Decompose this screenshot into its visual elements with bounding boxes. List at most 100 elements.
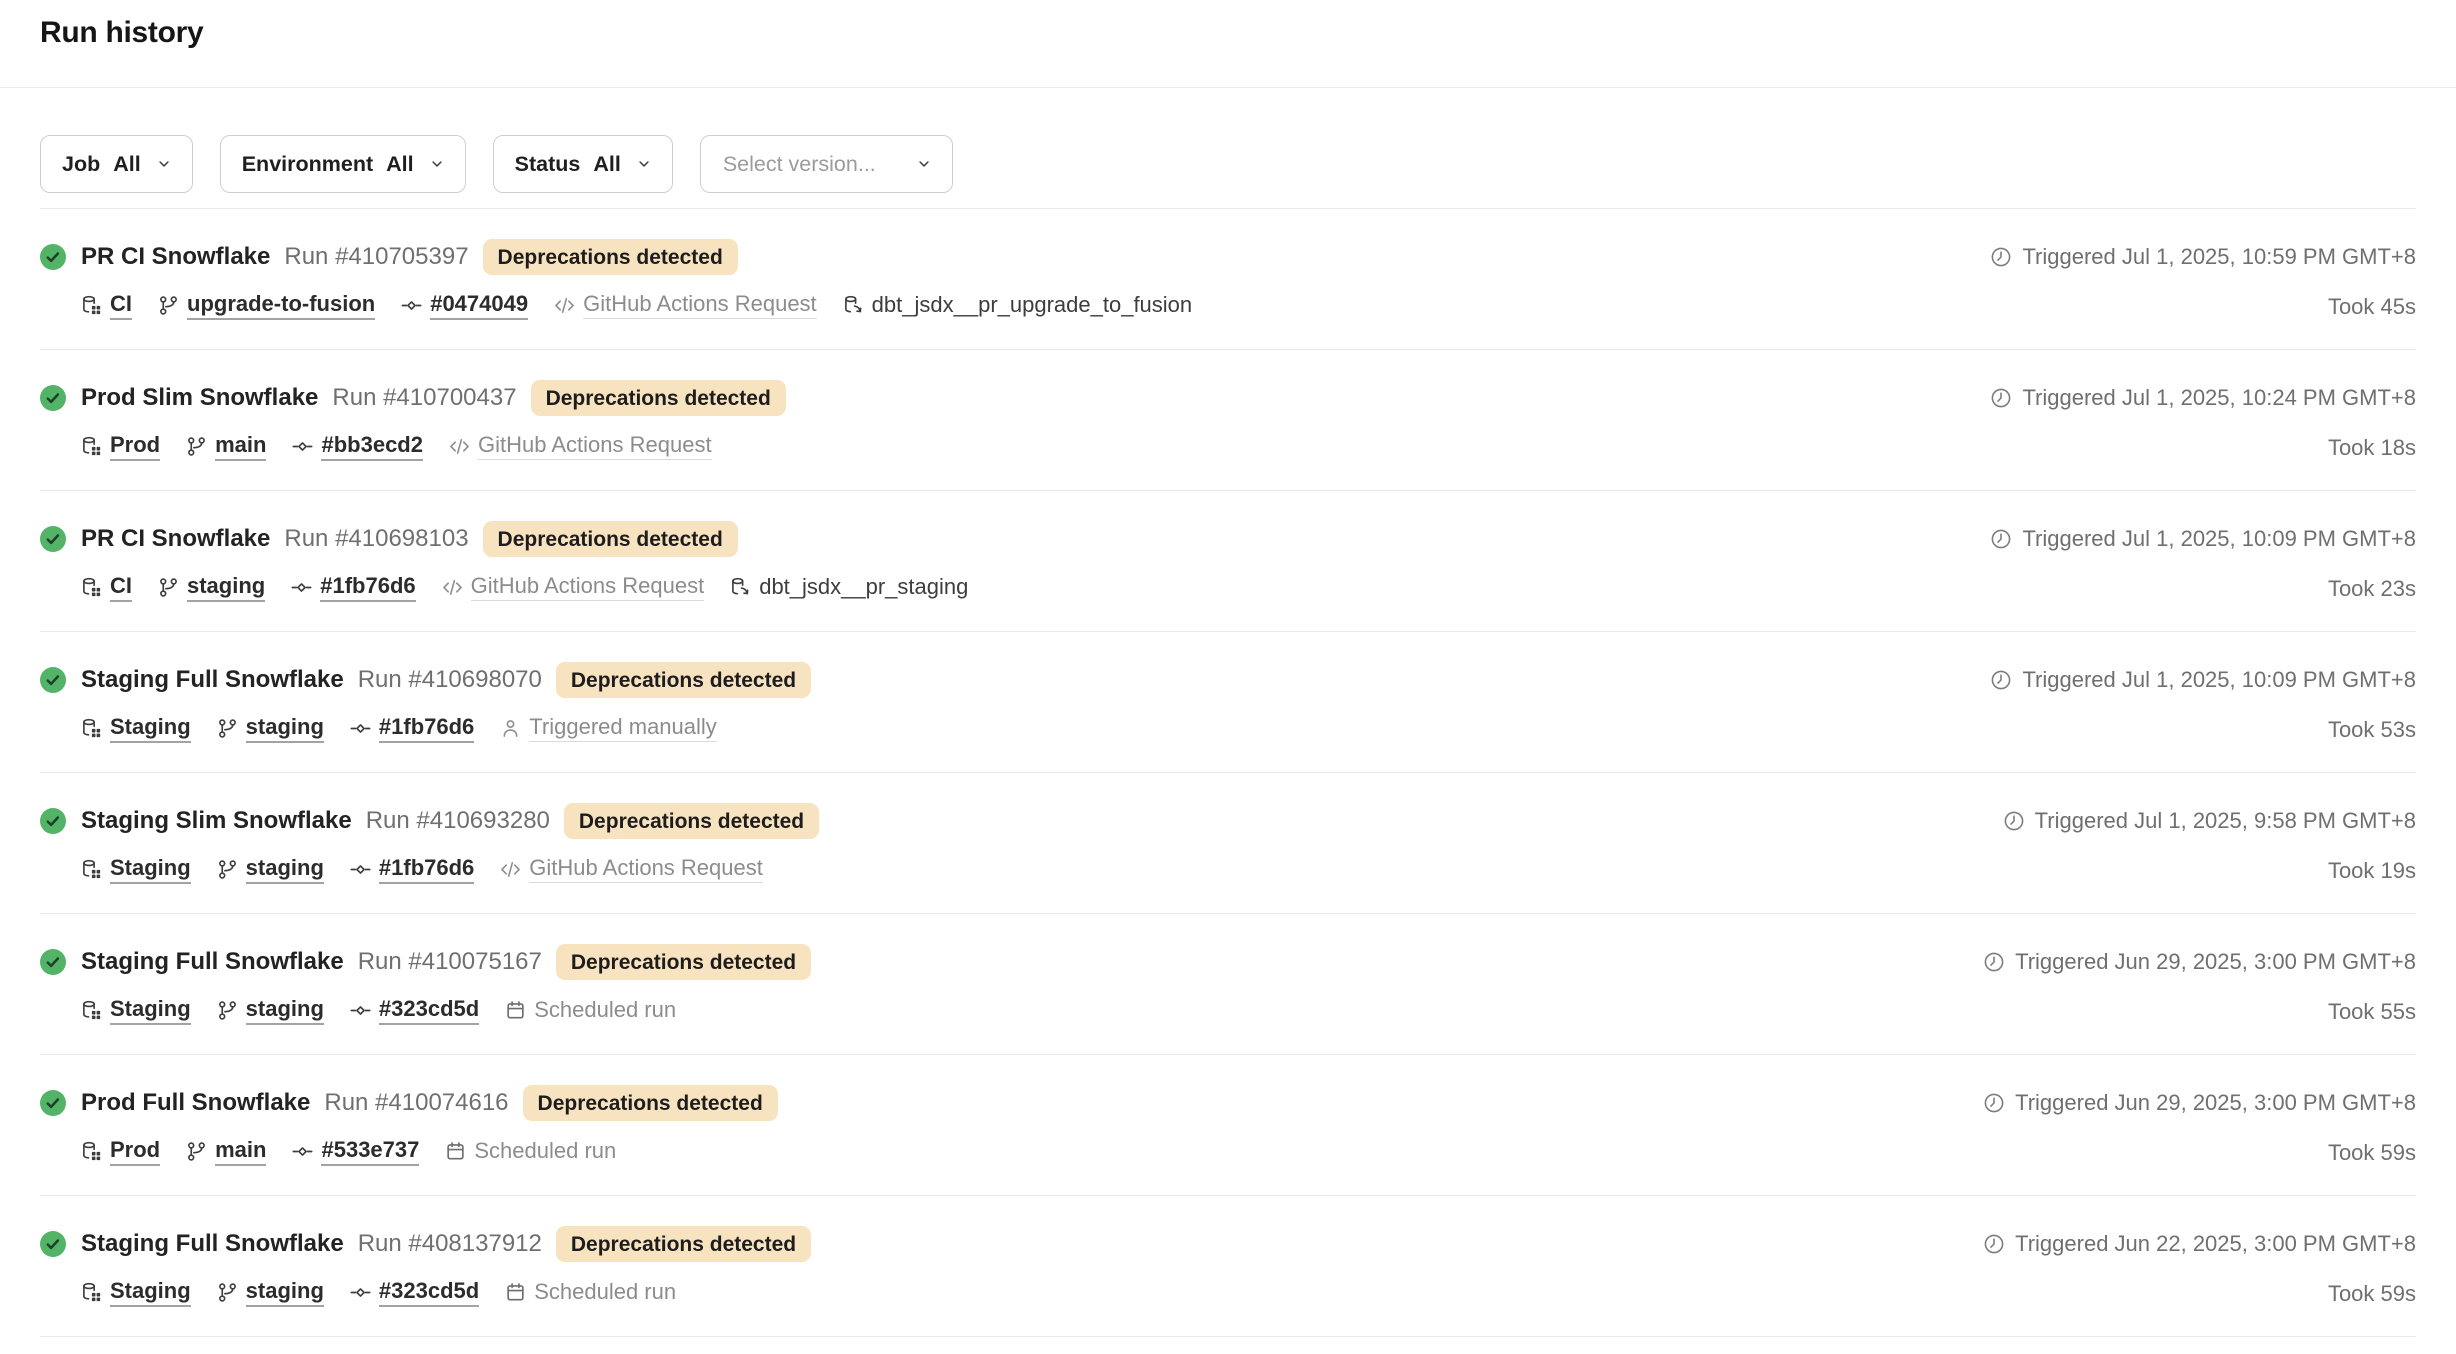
run-meta-label: Scheduled run	[474, 1138, 616, 1164]
commit-icon	[292, 436, 313, 457]
run-main: PR CI Snowflake Run #410705397 Deprecati…	[81, 239, 1990, 349]
run-meta-label: GitHub Actions Request	[478, 432, 712, 460]
filter-dropdown-version[interactable]: Select version...	[700, 135, 953, 193]
run-meta-label: CI	[110, 291, 132, 320]
run-row[interactable]: Staging Full Snowflake Run #408137912 De…	[40, 1196, 2416, 1337]
run-meta-commit[interactable]: #1fb76d6	[350, 714, 474, 743]
run-meta-label: staging	[246, 1278, 324, 1307]
run-meta-branch[interactable]: staging	[217, 996, 324, 1025]
run-triggered-text: Triggered Jul 1, 2025, 10:09 PM GMT+8	[2022, 526, 2416, 552]
run-meta-environment[interactable]: Prod	[81, 1137, 160, 1166]
run-meta-branch[interactable]: staging	[217, 714, 324, 743]
run-meta-label: Triggered manually	[529, 714, 717, 742]
run-triggered: Triggered Jun 22, 2025, 3:00 PM GMT+8	[1983, 1226, 2416, 1262]
run-title-line: PR CI Snowflake Run #410705397 Deprecati…	[81, 239, 1990, 275]
run-meta-commit[interactable]: #0474049	[401, 291, 528, 320]
run-meta-environment[interactable]: CI	[81, 573, 132, 602]
clock-icon	[1990, 387, 2012, 409]
run-meta-code[interactable]: GitHub Actions Request	[442, 573, 705, 601]
run-number: Run #408137912	[358, 1230, 542, 1258]
run-meta-label: Prod	[110, 1137, 160, 1166]
run-meta-label: Scheduled run	[534, 1279, 676, 1305]
run-meta-commit[interactable]: #323cd5d	[350, 996, 479, 1025]
run-meta-commit[interactable]: #533e737	[292, 1137, 419, 1166]
run-duration: Took 59s	[2328, 1278, 2416, 1310]
run-meta-commit[interactable]: #1fb76d6	[350, 855, 474, 884]
run-triggered-text: Triggered Jul 1, 2025, 10:59 PM GMT+8	[2022, 244, 2416, 270]
run-job-name: Staging Full Snowflake	[81, 666, 344, 694]
run-row[interactable]: Prod Slim Snowflake Run #410700437 Depre…	[40, 350, 2416, 491]
run-side: Triggered Jun 29, 2025, 3:00 PM GMT+8 To…	[1983, 944, 2416, 1054]
run-duration: Took 59s	[2328, 1137, 2416, 1169]
run-row[interactable]: Staging Full Snowflake Run #410075167 De…	[40, 914, 2416, 1055]
run-meta-environment[interactable]: Prod	[81, 432, 160, 461]
run-success-icon	[40, 1090, 66, 1116]
filter-dropdown-environment[interactable]: Environment All	[220, 135, 466, 193]
run-meta-branch[interactable]: upgrade-to-fusion	[158, 291, 375, 320]
run-duration: Took 55s	[2328, 996, 2416, 1028]
run-meta-code[interactable]: GitHub Actions Request	[500, 855, 763, 883]
run-job-name: Staging Full Snowflake	[81, 1230, 344, 1258]
run-meta-environment[interactable]: CI	[81, 291, 132, 320]
branch-icon	[158, 295, 179, 316]
run-meta-calendar: Scheduled run	[505, 997, 676, 1023]
run-triggered-text: Triggered Jun 22, 2025, 3:00 PM GMT+8	[2015, 1231, 2416, 1257]
run-row[interactable]: PR CI Snowflake Run #410705397 Deprecati…	[40, 209, 2416, 350]
run-meta-environment[interactable]: Staging	[81, 855, 191, 884]
filter-value: Select version...	[723, 152, 876, 177]
filter-dropdown-status[interactable]: Status All	[493, 135, 673, 193]
run-meta-code[interactable]: GitHub Actions Request	[554, 291, 817, 319]
run-number: Run #410074616	[324, 1089, 508, 1117]
run-meta-branch[interactable]: main	[186, 1137, 266, 1166]
run-meta-label: upgrade-to-fusion	[187, 291, 375, 320]
run-row[interactable]: Staging Full Snowflake Run #410698070 De…	[40, 632, 2416, 773]
schema-icon	[730, 577, 751, 598]
run-meta-label: #bb3ecd2	[321, 432, 423, 461]
run-row[interactable]: Staging Slim Snowflake Run #410693280 De…	[40, 773, 2416, 914]
run-main: Prod Slim Snowflake Run #410700437 Depre…	[81, 380, 1990, 490]
run-row[interactable]: PR CI Snowflake Run #410698103 Deprecati…	[40, 491, 2416, 632]
run-meta-label: #533e737	[321, 1137, 419, 1166]
branch-icon	[186, 436, 207, 457]
run-meta-label: Staging	[110, 714, 191, 743]
run-meta-line: Staging staging #323cd5d Scheduled run	[81, 994, 1983, 1026]
run-job-name: Prod Full Snowflake	[81, 1089, 310, 1117]
run-meta-branch[interactable]: staging	[158, 573, 265, 602]
filter-dropdown-job[interactable]: Job All	[40, 135, 193, 193]
run-meta-label: #323cd5d	[379, 996, 479, 1025]
run-meta-label: #1fb76d6	[379, 855, 474, 884]
chevron-down-icon	[157, 157, 171, 171]
run-meta-commit[interactable]: #1fb76d6	[291, 573, 415, 602]
run-meta-person[interactable]: Triggered manually	[500, 714, 717, 742]
clock-icon	[1990, 528, 2012, 550]
run-duration: Took 45s	[2328, 291, 2416, 323]
environment-icon	[81, 1282, 102, 1303]
run-job-name: Staging Full Snowflake	[81, 948, 344, 976]
run-meta-code[interactable]: GitHub Actions Request	[449, 432, 712, 460]
deprecations-badge: Deprecations detected	[531, 380, 786, 416]
environment-icon	[81, 1000, 102, 1021]
run-meta-environment[interactable]: Staging	[81, 996, 191, 1025]
run-meta-branch[interactable]: main	[186, 432, 266, 461]
run-meta-branch[interactable]: staging	[217, 1278, 324, 1307]
clock-icon	[1983, 1233, 2005, 1255]
code-icon	[442, 577, 463, 598]
branch-icon	[217, 859, 238, 880]
run-meta-branch[interactable]: staging	[217, 855, 324, 884]
run-success-icon	[40, 526, 66, 552]
run-triggered: Triggered Jun 29, 2025, 3:00 PM GMT+8	[1983, 944, 2416, 980]
run-meta-commit[interactable]: #323cd5d	[350, 1278, 479, 1307]
run-meta-line: CIstaging#1fb76d6GitHub Actions Requestd…	[81, 571, 1990, 603]
run-main: Staging Full Snowflake Run #408137912 De…	[81, 1226, 1983, 1336]
run-triggered-text: Triggered Jun 29, 2025, 3:00 PM GMT+8	[2015, 949, 2416, 975]
run-meta-environment[interactable]: Staging	[81, 1278, 191, 1307]
run-duration: Took 53s	[2328, 714, 2416, 746]
run-meta-commit[interactable]: #bb3ecd2	[292, 432, 423, 461]
run-meta-label: staging	[246, 855, 324, 884]
run-side: Triggered Jul 1, 2025, 10:24 PM GMT+8 To…	[1990, 380, 2416, 490]
run-meta-environment[interactable]: Staging	[81, 714, 191, 743]
run-meta-label: Scheduled run	[534, 997, 676, 1023]
commit-icon	[291, 577, 312, 598]
run-row[interactable]: Prod Full Snowflake Run #410074616 Depre…	[40, 1055, 2416, 1196]
run-meta-line: Staging staging #1fb76d6 Triggered manually	[81, 712, 1990, 744]
